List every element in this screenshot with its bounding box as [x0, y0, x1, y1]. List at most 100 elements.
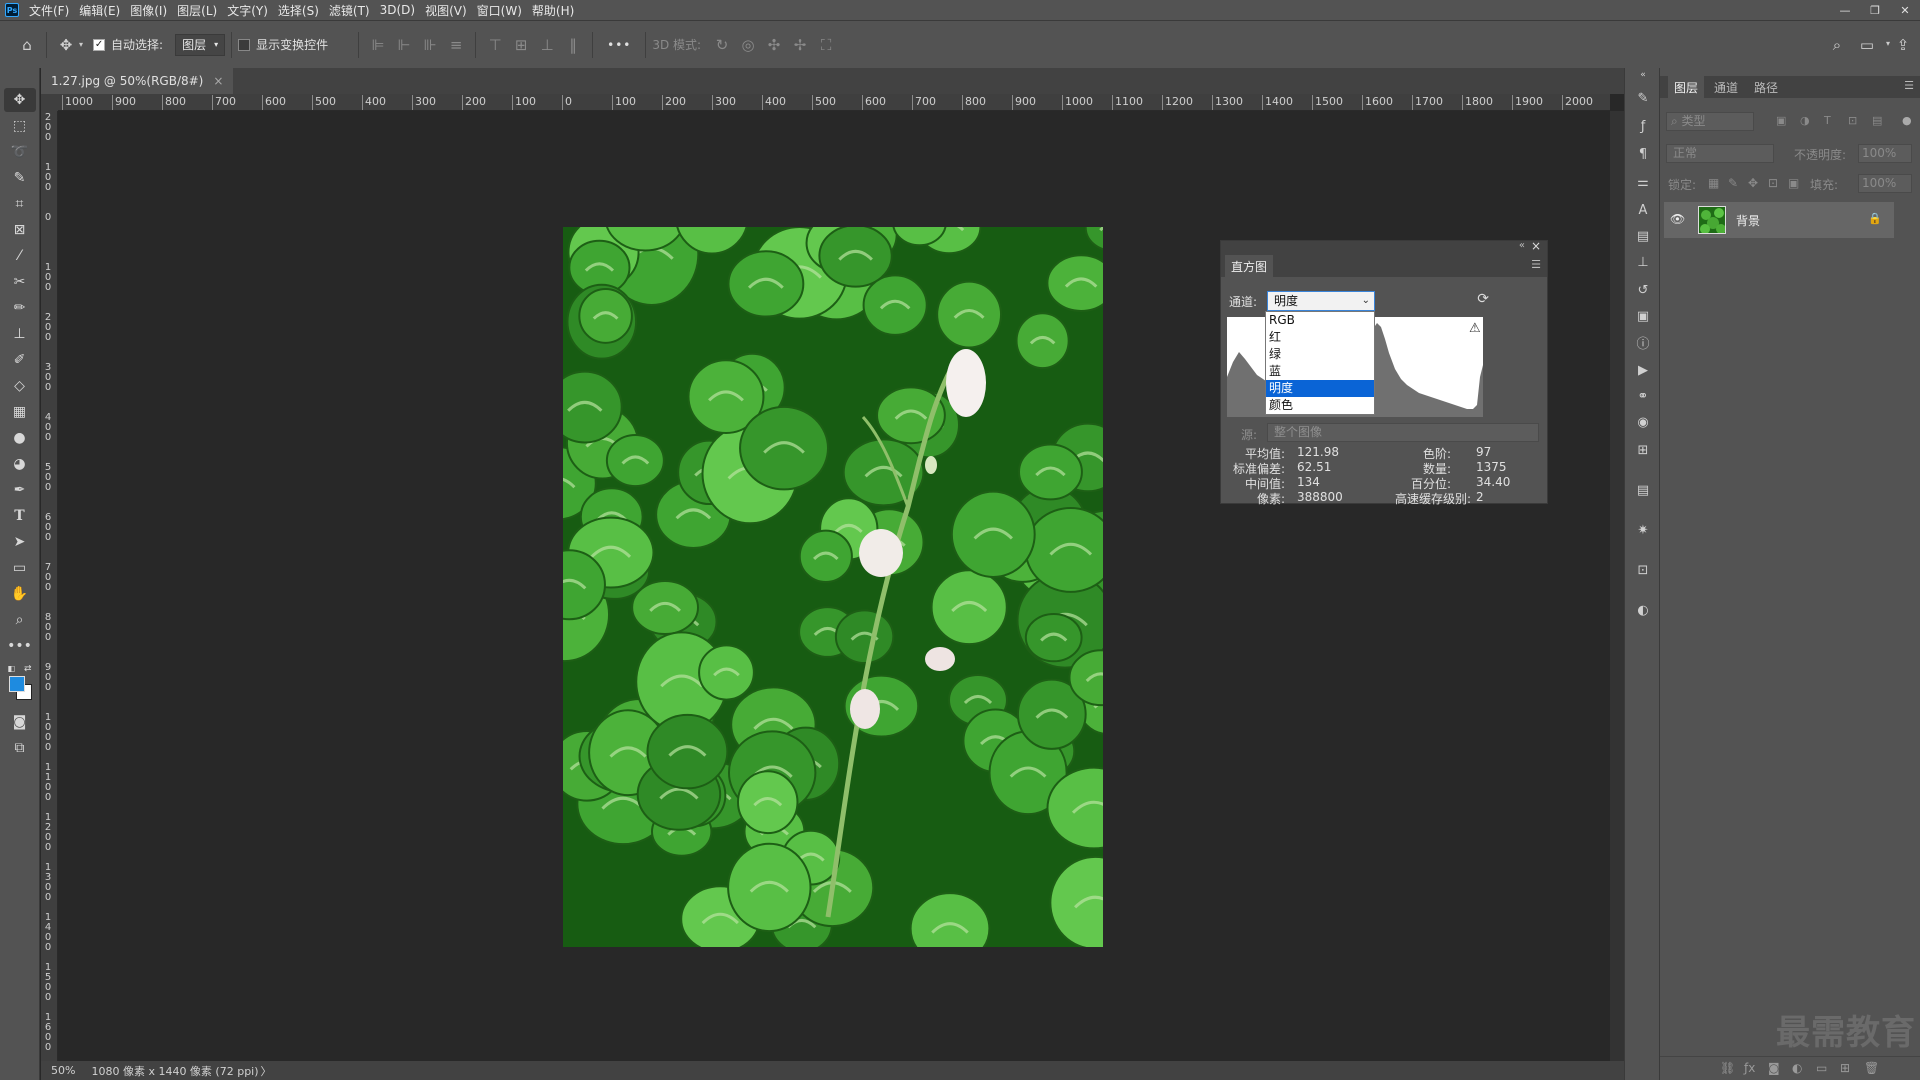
filter-type-icon[interactable]: T	[1824, 114, 1831, 127]
layer-name[interactable]: 背景	[1736, 212, 1760, 229]
filter-toggle-icon[interactable]: ●	[1902, 114, 1912, 127]
table-icon[interactable]: ⊞	[1633, 440, 1653, 460]
share-icon[interactable]: ⇪	[1890, 32, 1916, 58]
channel-option-green[interactable]: 绿	[1266, 346, 1374, 363]
document-image[interactable]	[563, 227, 1103, 947]
collapse-panel-icon[interactable]: «	[1519, 240, 1525, 251]
3d-orbit-icon[interactable]: ↻	[709, 32, 735, 58]
tab-channels[interactable]: 通道	[1708, 76, 1744, 98]
status-menu-arrow[interactable]: 〉	[261, 1063, 272, 1079]
3d-scale-icon[interactable]: ⛶	[813, 32, 839, 58]
blend-mode-select[interactable]: 正常	[1666, 144, 1774, 163]
lock-transparent-icon[interactable]: ▦	[1708, 176, 1719, 190]
menu-edit[interactable]: 编辑(E)	[79, 2, 120, 19]
align-top-icon[interactable]: ⊤	[482, 32, 508, 58]
menu-window[interactable]: 窗口(W)	[477, 2, 522, 19]
new-layer-icon[interactable]: ⊞	[1840, 1061, 1850, 1075]
hand-tool-icon[interactable]: ✋	[4, 582, 36, 606]
navigator-icon[interactable]: ◐	[1633, 600, 1653, 620]
ruler-origin[interactable]	[41, 94, 58, 111]
3d-pan-icon[interactable]: ✣	[761, 32, 787, 58]
align-vcenter-icon[interactable]: ⊞	[508, 32, 534, 58]
3d-slide-icon[interactable]: ✢	[787, 32, 813, 58]
default-colors-icon[interactable]: ◧	[8, 664, 16, 673]
libraries-icon[interactable]: ▤	[1633, 226, 1653, 246]
pen-tool-icon[interactable]: ✒	[4, 478, 36, 502]
timeline-icon[interactable]: ⊡	[1633, 560, 1653, 580]
healing-brush-tool-icon[interactable]: ✂	[4, 270, 36, 294]
filter-shape-icon[interactable]: ⊡	[1848, 114, 1857, 127]
channel-option-blue[interactable]: 蓝	[1266, 363, 1374, 380]
channel-option-luminosity[interactable]: 明度	[1266, 380, 1374, 397]
link-layers-icon[interactable]: ⛓	[1720, 1061, 1735, 1075]
frame-tool-icon[interactable]: ⊠	[4, 218, 36, 242]
adjustment-layer-icon[interactable]: ◐	[1792, 1061, 1802, 1075]
layer-filter-select[interactable]: ⌕ 类型	[1666, 112, 1754, 131]
collapse-strip-icon[interactable]: «	[1633, 70, 1653, 80]
tab-layers[interactable]: 图层	[1668, 76, 1705, 98]
actions-play-icon[interactable]: ▶	[1633, 360, 1653, 380]
align-right-icon[interactable]: ⊪	[417, 32, 443, 58]
quick-select-tool-icon[interactable]: ✎	[4, 166, 36, 190]
workspace-icon[interactable]: ▭	[1854, 32, 1880, 58]
lock-position-icon[interactable]: ✥	[1748, 176, 1758, 190]
menu-filter[interactable]: 滤镜(T)	[329, 2, 370, 19]
menu-layer[interactable]: 图层(L)	[177, 2, 217, 19]
blur-tool-icon[interactable]: ●	[4, 426, 36, 450]
home-icon[interactable]: ⌂	[14, 32, 40, 58]
screen-mode-icon[interactable]: ⧉	[4, 736, 36, 760]
edit-toolbar-icon[interactable]: •••	[4, 634, 36, 658]
properties-icon[interactable]: ⚌	[1633, 172, 1653, 192]
close-panel-icon[interactable]: ×	[1531, 239, 1541, 253]
lock-icon[interactable]: 🔒	[1868, 212, 1882, 225]
layer-style-fx-icon[interactable]: ƒx	[1744, 1061, 1755, 1075]
align-bottom-icon[interactable]: ⊥	[534, 32, 560, 58]
eyedropper-tool-icon[interactable]: ⁄	[4, 244, 36, 268]
history-icon[interactable]: ↺	[1633, 280, 1653, 300]
brush-tool-icon[interactable]: ✏	[4, 296, 36, 320]
character-icon[interactable]: A	[1633, 200, 1653, 220]
move-tool-preset-icon[interactable]: ✥	[53, 32, 79, 58]
channel-option-colors[interactable]: 颜色	[1266, 397, 1374, 414]
search-icon[interactable]: ⌕	[1824, 32, 1850, 58]
channel-option-rgb[interactable]: RGB	[1266, 312, 1374, 329]
chevron-down-icon[interactable]: ▾	[79, 40, 83, 49]
marquee-tool-icon[interactable]: ⬚	[4, 114, 36, 138]
filter-pixel-icon[interactable]: ▣	[1776, 114, 1786, 127]
clone-stamp-tool-icon[interactable]: ⊥	[4, 322, 36, 346]
minimize-button[interactable]: —	[1830, 0, 1860, 20]
canvas-scrollbar[interactable]	[1610, 111, 1624, 1061]
distribute-horizontal-icon[interactable]: ‖	[560, 32, 586, 58]
panel-menu-icon[interactable]: ☰	[1904, 79, 1914, 92]
swatches-icon[interactable]: ◉	[1633, 412, 1653, 432]
tab-paths[interactable]: 路径	[1748, 76, 1784, 98]
zoom-level[interactable]: 50%	[51, 1064, 75, 1077]
dodge-tool-icon[interactable]: ◕	[4, 452, 36, 476]
show-transform-checkbox[interactable]	[238, 38, 251, 51]
auto-select-dropdown[interactable]: 图层 ▾	[175, 33, 226, 56]
panel-header-strip[interactable]: « ×	[1221, 239, 1547, 253]
rectangle-tool-icon[interactable]: ▭	[4, 556, 36, 580]
align-left-icon[interactable]: ⊫	[365, 32, 391, 58]
horizontal-ruler[interactable]: 1000 900 800 700 600 500 400 300 200 100 0 100 200 30…	[58, 94, 1610, 111]
panel-menu-icon[interactable]: ☰	[1531, 258, 1541, 271]
source-select[interactable]: 整个图像	[1267, 423, 1539, 442]
3d-roll-icon[interactable]: ◎	[735, 32, 761, 58]
more-options-button[interactable]: •••	[607, 38, 631, 52]
tab-histogram[interactable]: 直方图	[1225, 255, 1274, 277]
menu-image[interactable]: 图像(I)	[130, 2, 167, 19]
warning-icon[interactable]: ⚠	[1469, 321, 1481, 336]
eraser-tool-icon[interactable]: ◇	[4, 374, 36, 398]
channel-select[interactable]: 明度 ⌄	[1267, 291, 1375, 311]
channel-option-red[interactable]: 红	[1266, 329, 1374, 346]
quick-mask-icon[interactable]: ◙	[4, 710, 36, 734]
notes-icon[interactable]: ▤	[1633, 480, 1653, 500]
layer-row[interactable]: 👁 背景 🔒	[1664, 202, 1894, 238]
adjustments-icon[interactable]: ⚭	[1633, 386, 1653, 406]
3d-light-icon[interactable]: ✷	[1633, 520, 1653, 540]
document-tab[interactable]: 1.27.jpg @ 50%(RGB/8#) ×	[41, 68, 234, 94]
restore-button[interactable]: ❐	[1860, 0, 1890, 20]
info-icon[interactable]: ⓘ	[1633, 332, 1653, 352]
fill-input[interactable]: 100%	[1858, 174, 1912, 193]
type-tool-icon[interactable]: T	[4, 504, 36, 528]
